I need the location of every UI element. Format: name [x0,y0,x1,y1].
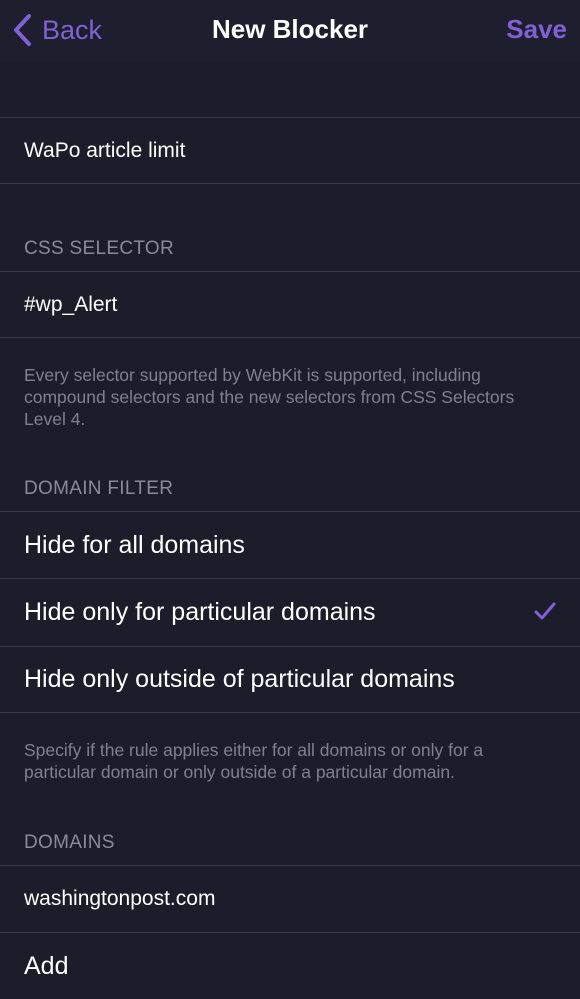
domain-filter-option-label: Hide only for particular domains [24,597,376,626]
css-selector-footer: Every selector supported by WebKit is su… [24,365,515,429]
domain-filter-option-label: Hide for all domains [24,530,245,559]
domain-value: washingtonpost.com [24,887,216,910]
domain-filter-option-particular[interactable]: Hide only for particular domains [0,578,580,645]
domain-list-item[interactable]: washingtonpost.com [0,865,580,932]
checkmark-icon [534,602,556,620]
domain-filter-option-all[interactable]: Hide for all domains [0,511,580,578]
navigation-bar: Back New Blocker Save [0,0,580,62]
css-selector-value: #wp_Alert [24,292,118,316]
domain-filter-option-outside[interactable]: Hide only outside of particular domains [0,646,580,713]
domain-filter-footer: Specify if the rule applies either for a… [24,740,484,782]
page-title: New Blocker [211,14,369,44]
add-domain-button[interactable]: Add [0,932,580,999]
css-selector-header: CSS SELECTOR [24,238,175,259]
name-field[interactable]: WaPo article limit [0,117,580,184]
domain-filter-header: DOMAIN FILTER [24,478,174,499]
save-button[interactable]: Save [506,14,567,45]
domain-filter-option-label: Hide only outside of particular domains [24,665,455,693]
add-domain-label: Add [24,951,69,980]
domains-header: DOMAINS [24,832,115,853]
css-selector-field[interactable]: #wp_Alert [0,271,580,338]
name-field-value: WaPo article limit [24,138,186,162]
